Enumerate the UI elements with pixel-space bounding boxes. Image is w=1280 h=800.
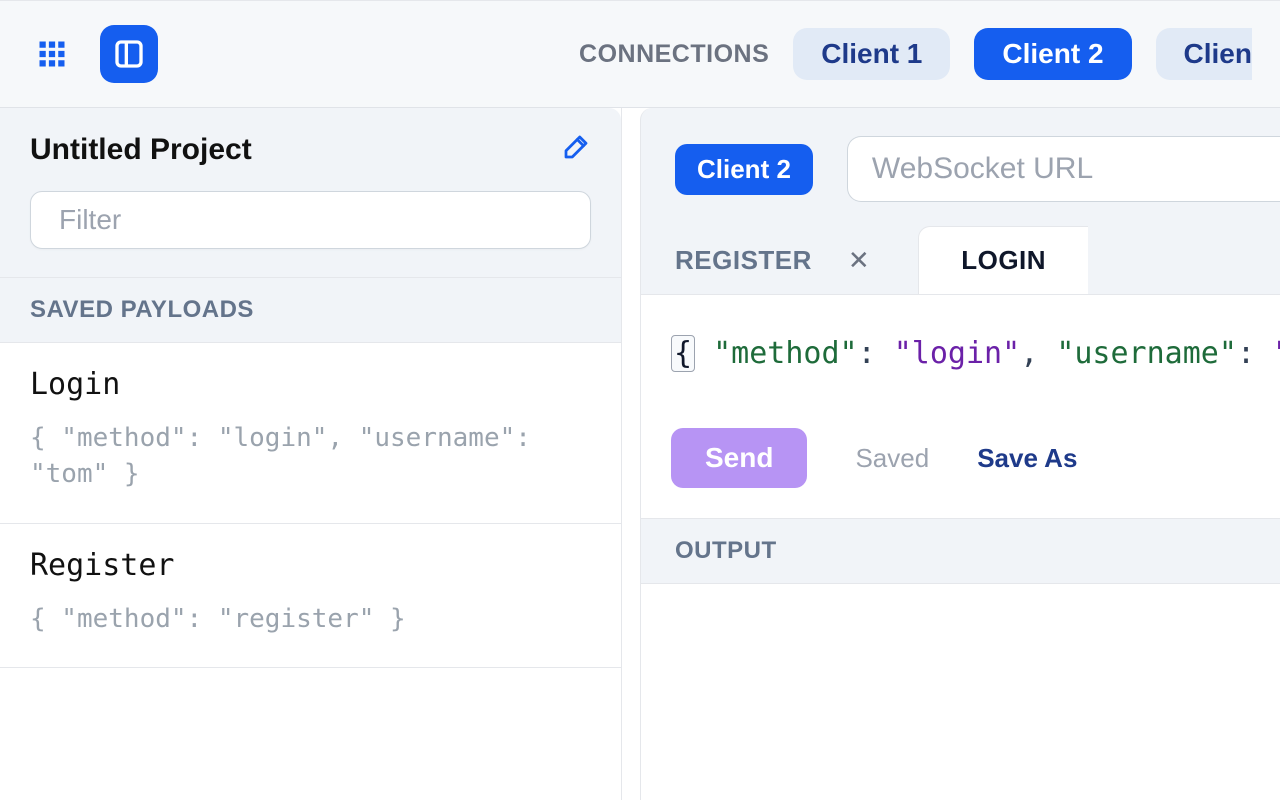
payload-name: Login — [30, 367, 591, 402]
saved-status: Saved — [855, 443, 929, 474]
connection-tab-client1[interactable]: Client 1 — [793, 28, 950, 80]
app-logo-icon[interactable] — [100, 25, 158, 83]
saved-payloads-label: SAVED PAYLOADS — [0, 278, 621, 343]
connection-tab-client2[interactable]: Client 2 — [974, 28, 1131, 80]
output-label: OUTPUT — [641, 518, 1280, 584]
code-editor[interactable]: { "method": "login", "username": "to — [641, 294, 1280, 402]
payload-item-register[interactable]: Register { "method": "register" } — [0, 524, 621, 668]
main-area: Untitled Project SAVED PAYLOADS Login { … — [0, 108, 1280, 800]
close-icon[interactable]: ✕ — [840, 245, 878, 276]
websocket-url-input[interactable] — [847, 136, 1280, 202]
editor-tab-label: LOGIN — [961, 245, 1046, 276]
output-area — [641, 584, 1280, 800]
project-header: Untitled Project — [0, 108, 621, 278]
send-button[interactable]: Send — [671, 428, 807, 488]
save-as-button[interactable]: Save As — [977, 443, 1077, 474]
apps-grid-icon[interactable] — [28, 30, 76, 78]
editor-tab-login[interactable]: LOGIN — [918, 226, 1088, 294]
active-client-badge[interactable]: Client 2 — [675, 144, 813, 195]
top-bar: CONNECTIONS Client 1 Client 2 Clien — [0, 0, 1280, 108]
brace-icon: { — [671, 335, 695, 372]
sidebar: Untitled Project SAVED PAYLOADS Login { … — [0, 108, 622, 800]
payload-name: Register — [30, 548, 591, 583]
editor-tab-register[interactable]: REGISTER ✕ — [675, 226, 908, 294]
connection-tab-client3[interactable]: Clien — [1156, 28, 1252, 80]
connections-label: CONNECTIONS — [579, 40, 769, 69]
editor-tab-label: REGISTER — [675, 245, 812, 276]
editor-panel: Client 2 REGISTER ✕ LOGIN { "method": "l… — [640, 108, 1280, 800]
project-title: Untitled Project — [30, 133, 252, 167]
editor-tabs: REGISTER ✕ LOGIN — [641, 226, 1280, 294]
connections-group: CONNECTIONS Client 1 Client 2 Clien — [579, 28, 1252, 80]
payload-item-login[interactable]: Login { "method": "login", "username": "… — [0, 343, 621, 524]
edit-project-icon[interactable] — [561, 132, 591, 167]
code-line: { "method": "login", "username": "to — [671, 335, 1280, 372]
filter-input[interactable] — [30, 191, 591, 249]
connection-bar: Client 2 — [641, 108, 1280, 202]
payload-body: { "method": "login", "username": "tom" } — [30, 420, 591, 493]
editor-actions: Send Saved Save As — [641, 402, 1280, 518]
payload-body: { "method": "register" } — [30, 601, 591, 637]
